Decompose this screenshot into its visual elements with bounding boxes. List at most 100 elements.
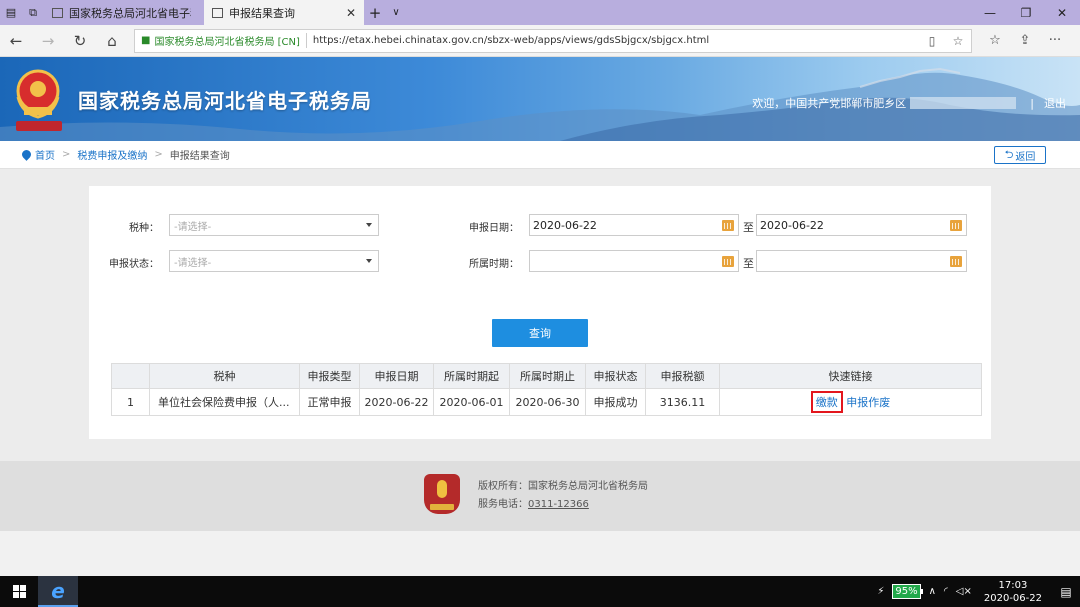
share-icon[interactable]: ⇪ [1010,33,1040,48]
calendar-icon[interactable] [950,220,962,231]
home-icon[interactable]: ⌂ [96,25,128,57]
breadcrumb-current: 申报结果查询 [169,151,230,162]
battery-indicator[interactable]: 95% [892,584,923,599]
tax-type-label: 税种： [129,223,159,234]
tax-logo-icon [424,474,460,514]
volume-muted-icon[interactable]: ◁× [956,586,972,597]
back-button[interactable]: ⮌ 返回 [994,146,1046,164]
col-amount: 申报税额 [645,363,720,389]
favorite-star-icon[interactable]: ☆ [945,34,971,48]
col-period-end: 所属时期止 [509,363,586,389]
restore-icon[interactable]: ❐ [1008,0,1044,25]
period-to-input[interactable] [756,250,967,272]
chevron-down-icon[interactable]: ∨ [386,7,406,18]
battery-percent: 95% [892,584,923,599]
status-placeholder: -请选择- [174,257,212,269]
page-icon [212,7,223,18]
calendar-icon[interactable] [722,256,734,267]
forward-arrow-icon[interactable]: → [32,25,64,57]
clock[interactable]: 17:03 2020-06-22 [984,579,1042,605]
tax-type-select[interactable]: -请选择- [169,214,379,236]
tab-declaration-results[interactable]: 申报结果查询 ✕ [204,0,364,25]
col-decl-type: 申报类型 [299,363,360,389]
windows-taskbar: e ⚡ 95% ∧ ◜ ◁× 17:03 2020-06-22 ▤ [0,576,1080,607]
period-label: 所属时期： [469,259,519,270]
return-icon: ⮌ [1004,147,1014,161]
decl-date-to-input[interactable]: 2020-06-22 [756,214,967,236]
url-text[interactable]: https://etax.hebei.chinatax.gov.cn/sbzx-… [313,35,709,46]
tab-etax-home[interactable]: 国家税务总局河北省电子税务局 [44,0,199,25]
col-quick-links: 快速链接 [719,363,982,389]
tab-label: 申报结果查询 [229,6,295,20]
query-panel: 税种： -请选择- 申报日期： 2020-06-22 至 2020-06-22 … [89,186,991,439]
tab-label: 国家税务总局河北省电子税务局 [69,6,191,20]
location-pin-icon [20,148,33,161]
service-phone: 服务电话：0311-12366 [478,496,648,514]
calendar-icon[interactable] [722,220,734,231]
minimize-icon[interactable]: — [972,0,1008,25]
query-button[interactable]: 查询 [492,319,588,347]
browser-tools: ☆ ⇪ ··· [980,33,1070,48]
cell-quick-links: 缴款 申报作废 [719,388,982,416]
wifi-icon[interactable]: ◜ [944,586,948,597]
cell-amount: 3136.11 [645,388,720,416]
refresh-icon[interactable]: ↻ [64,25,96,57]
site-title: 国家税务总局河北省电子税务局 [78,89,372,113]
back-button-label: 返回 [1015,151,1036,163]
to-label: 至 [743,221,754,234]
certificate-label[interactable]: 国家税务总局河北省税务局 [CN] [154,33,307,48]
status-select[interactable]: -请选择- [169,250,379,272]
chevron-down-icon [366,259,372,263]
back-arrow-icon[interactable]: ← [0,25,32,57]
more-icon[interactable]: ··· [1040,33,1070,48]
close-window-icon[interactable]: ✕ [1044,0,1080,25]
close-tab-icon[interactable]: ✕ [346,6,356,20]
welcome-text: 欢迎，中国共产党邯郸市肥乡区 [752,97,907,110]
start-button[interactable] [0,576,38,607]
cell-decl-type: 正常申报 [299,388,360,416]
url-actions: ▯ ☆ [919,34,971,48]
site-footer: 版权所有：国家税务总局河北省税务局 服务电话：0311-12366 [0,461,1080,531]
redacted-username [910,97,1017,109]
clock-date: 2020-06-22 [983,592,1042,604]
breadcrumb-tax-declaration[interactable]: 税费申报及缴纳 [77,147,147,162]
notification-center-icon[interactable]: ▤ [1052,585,1080,599]
set-aside-tabs-icon[interactable]: ⧉ [22,0,44,25]
breadcrumb-separator: > [62,149,71,160]
clock-time: 17:03 [998,579,1028,591]
breadcrumb: 首页 > 税费申报及缴纳 > 申报结果查询 ⮌ 返回 [0,141,1080,169]
site-header: 国家税务总局河北省电子税务局 欢迎，中国共产党邯郸市肥乡区 | 退出 [0,57,1080,141]
phone-number[interactable]: 0311-12366 [528,499,589,510]
col-period-start: 所属时期起 [433,363,510,389]
to-label: 至 [743,257,754,270]
emblem-ribbon [16,121,62,131]
breadcrumb-home[interactable]: 首页 [35,147,55,162]
col-status: 申报状态 [585,363,646,389]
lock-icon: ■ [141,35,151,46]
reading-view-icon[interactable]: ▯ [919,34,945,48]
new-tab-icon[interactable]: + [364,4,386,22]
edge-browser-icon[interactable]: e [38,576,78,607]
void-declaration-link[interactable]: 申报作废 [846,396,890,409]
calendar-icon[interactable] [950,256,962,267]
page-icon [52,7,63,18]
col-index [111,363,150,389]
power-plug-icon[interactable]: ⚡ [877,586,884,597]
favorites-hub-icon[interactable]: ☆ [980,33,1010,48]
decl-date-label: 申报日期： [469,223,519,234]
status-label: 申报状态： [109,259,159,270]
address-bar[interactable]: ■ 国家税务总局河北省税务局 [CN] https://etax.hebei.c… [134,28,972,53]
period-from-input[interactable] [529,250,739,272]
decl-date-from-value: 2020-06-22 [533,218,597,232]
tab-manager-icon[interactable]: ▤ [0,0,22,25]
pay-link[interactable]: 缴款 [810,391,843,413]
chevron-up-icon[interactable]: ∧ [929,586,936,597]
breadcrumb-separator: > [154,149,163,160]
cell-status: 申报成功 [585,388,646,416]
header-divider: | [1030,96,1034,110]
page-bottom-area [0,531,1080,576]
address-toolbar: ← → ↻ ⌂ ■ 国家税务总局河北省税务局 [CN] https://etax… [0,25,1080,57]
decl-date-from-input[interactable]: 2020-06-22 [529,214,739,236]
logout-link[interactable]: 退出 [1044,95,1066,111]
chevron-down-icon [366,223,372,227]
